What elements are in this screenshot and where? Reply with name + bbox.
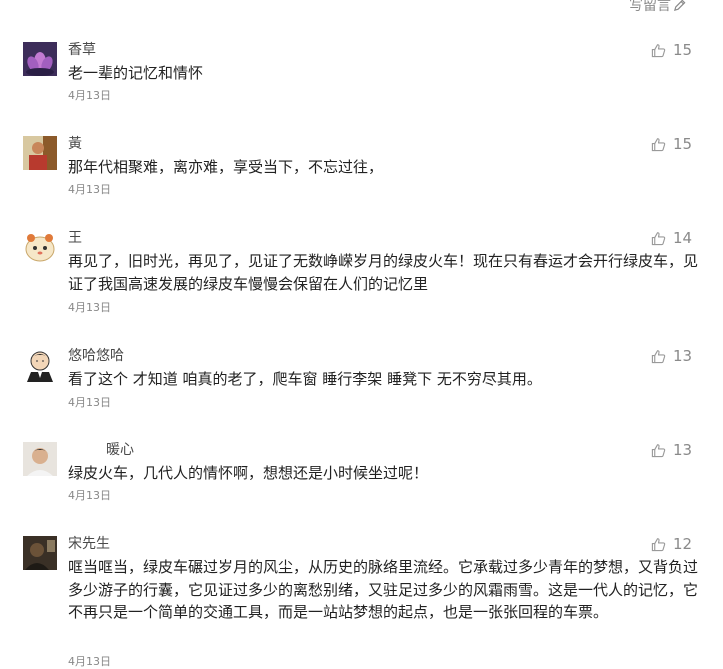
write-comment-label: 写留言 <box>629 0 671 14</box>
portrait-avatar[interactable] <box>23 136 57 170</box>
thumbs-up-icon <box>651 137 666 151</box>
lotus-avatar[interactable] <box>23 42 57 76</box>
thumbs-up-icon <box>651 537 666 551</box>
comment-date: 4月13日 <box>68 396 111 409</box>
comment-text: 老一辈的记忆和情怀 <box>68 64 204 82</box>
comment-text: 再见了，旧时光，再见了，见证了无数峥嵘岁月的绿皮火车！现在只有春运才会开行绿皮车… <box>68 252 699 293</box>
like-count: 12 <box>673 535 693 553</box>
write-comment-link[interactable]: 写留言 <box>629 0 686 15</box>
like-count: 15 <box>673 135 693 153</box>
commenter-name: 王 <box>68 230 82 246</box>
commenter-name: 黃 <box>68 136 82 152</box>
like-count: 13 <box>673 441 693 459</box>
comment-text: 绿皮火车，几代人的情怀啊，想想还是小时候坐过呢！ <box>68 464 429 482</box>
commenter-name: 悠哈悠哈 <box>68 348 124 364</box>
comment-date: 4月13日 <box>68 89 111 102</box>
cartoon-man-avatar[interactable] <box>23 348 57 382</box>
comment-text: 哐当哐当，绿皮车碾过岁月的风尘，从历史的脉络里流经。它承载过多少青年的梦想，又背… <box>68 558 699 621</box>
like-count: 15 <box>673 41 693 59</box>
comment-text: 那年代相聚难，离亦难，享受当下，不忘过往， <box>68 158 384 176</box>
thumbs-up-icon <box>651 43 666 57</box>
like-button[interactable]: 12 <box>651 534 692 554</box>
commenter-name: 暖心 <box>106 442 134 458</box>
dark-photo-avatar[interactable] <box>23 536 57 570</box>
young-man-avatar[interactable] <box>23 442 57 476</box>
comment-date: 4月13日 <box>68 301 111 314</box>
like-count: 13 <box>673 347 693 365</box>
commenter-name: 宋先生 <box>68 536 110 552</box>
like-button[interactable]: 14 <box>651 228 692 248</box>
comment-text: 看了这个 才知道 咱真的老了，爬车窗 睡行李架 睡凳下 无不穷尽其用。 <box>68 370 542 388</box>
pencil-icon <box>673 0 686 11</box>
comment-date: 4月13日 <box>68 655 111 668</box>
thumbs-up-icon <box>651 231 666 245</box>
like-count: 14 <box>673 229 693 247</box>
like-button[interactable]: 15 <box>651 40 692 60</box>
comment-date: 4月13日 <box>68 489 111 502</box>
thumbs-up-icon <box>651 443 666 457</box>
hamster-avatar[interactable] <box>23 230 57 264</box>
like-button[interactable]: 13 <box>651 440 692 460</box>
comment-date: 4月13日 <box>68 183 111 196</box>
commenter-name: 香草 <box>68 42 96 58</box>
thumbs-up-icon <box>651 349 666 363</box>
like-button[interactable]: 13 <box>651 346 692 366</box>
like-button[interactable]: 15 <box>651 134 692 154</box>
